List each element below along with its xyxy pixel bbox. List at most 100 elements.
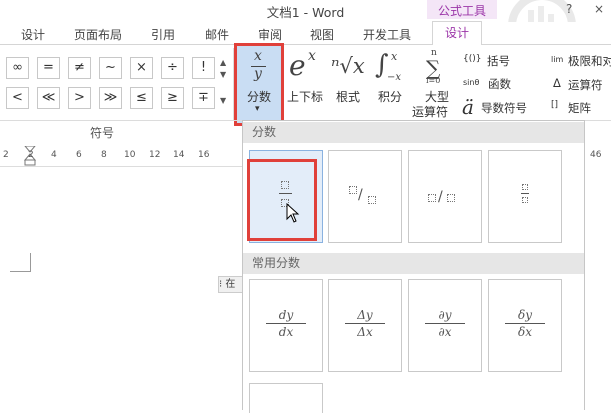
fraction-numerator: δy [517, 308, 532, 322]
equation-options-handle[interactable]: ⁝ 在 [218, 276, 245, 293]
large-operator-label-2[interactable]: 运算符 [412, 103, 448, 120]
fraction-numerator: dy [278, 308, 294, 322]
bracket-icon[interactable]: {()} [463, 54, 481, 64]
integral-sub-glyph: −x [387, 72, 402, 83]
symbol-tilde[interactable]: ~ [99, 57, 122, 79]
symbol-minus-plus[interactable]: ∓ [192, 87, 215, 109]
tab-developer[interactable]: 开发工具 [363, 26, 411, 43]
limit-label[interactable]: 极限和对 [568, 53, 611, 69]
tab-view[interactable]: 视图 [310, 26, 334, 43]
fraction-denominator: Δx [345, 323, 385, 340]
document-canvas[interactable] [0, 167, 243, 409]
slash-icon: / [438, 189, 443, 205]
denominator-placeholder-icon [368, 196, 376, 204]
numerator-placeholder-icon [428, 194, 436, 202]
symbol-times[interactable]: × [130, 57, 153, 79]
tab-mailings[interactable]: 邮件 [205, 26, 229, 43]
integral-label[interactable]: 积分 [378, 88, 402, 105]
bracket-label[interactable]: 括号 [487, 53, 510, 69]
function-label[interactable]: 函数 [488, 76, 511, 92]
operator-icon[interactable]: Δ [553, 76, 561, 90]
ribbon-tab-bar: 设计 页面布局 引用 邮件 审阅 视图 开发工具 设计 [0, 21, 611, 46]
radical-label[interactable]: 根式 [336, 88, 360, 105]
fraction-numerator: Δy [357, 308, 373, 322]
symbol-greater-than[interactable]: > [68, 87, 91, 109]
integral-sup-glyph: x [391, 50, 398, 63]
fraction-expression: Δy Δx [345, 307, 385, 340]
fraction-gallery: 分数 / / 常用分数 dy dx Δy Δx ∂y ∂x δy δx [242, 120, 585, 413]
symbol-much-less[interactable]: ≪ [37, 87, 60, 109]
contextual-tab-group-label: 公式工具 [437, 4, 486, 18]
function-icon[interactable]: sinθ [463, 78, 479, 87]
matrix-label[interactable]: 矩阵 [568, 100, 591, 116]
ruler-number: 46 [590, 150, 602, 160]
symbols-more-icon[interactable]: ▼ [220, 96, 226, 105]
matrix-icon[interactable]: [] [551, 100, 558, 110]
stacked-fraction-highlight [247, 159, 317, 241]
symbol-equals[interactable]: = [37, 57, 60, 79]
accent-label[interactable]: 导数符号 [481, 100, 527, 116]
fraction-expression: dy dx [266, 307, 306, 340]
symbol-less-equal[interactable]: ≤ [130, 87, 153, 109]
denominator-placeholder-icon [447, 194, 455, 202]
symbol-greater-equal[interactable]: ≥ [161, 87, 184, 109]
denominator-placeholder-icon [522, 197, 528, 203]
ruler-number: 14 [173, 150, 185, 160]
symbol-factorial[interactable]: ! [192, 57, 215, 79]
linear-fraction-option[interactable]: / [408, 150, 482, 243]
fraction-denominator: dx [266, 323, 306, 340]
slash-icon: / [358, 187, 363, 203]
script-label[interactable]: 上下标 [287, 88, 323, 105]
symbol-less-than[interactable]: < [6, 87, 29, 109]
symbol-infinity[interactable]: ∞ [6, 57, 29, 79]
ruler-number: 6 [76, 150, 82, 160]
numerator-placeholder-icon [522, 184, 528, 190]
common-fraction-delta-y-delta-x[interactable]: Δy Δx [328, 279, 402, 372]
script-icon[interactable]: e [289, 49, 306, 82]
operator-label[interactable]: 运算符 [568, 77, 603, 93]
tab-review[interactable]: 审阅 [258, 26, 282, 43]
tab-references[interactable]: 引用 [151, 26, 175, 43]
ruler-number: 2 [28, 150, 34, 160]
small-fraction-option[interactable] [488, 150, 562, 243]
script-sup-glyph: x [308, 48, 316, 64]
limit-icon[interactable]: lim [551, 55, 563, 64]
symbols-group-label: 符号 [90, 126, 115, 140]
fraction-expression: δy δx [505, 307, 545, 340]
page-corner-mark [30, 253, 31, 272]
fraction-bar-icon [521, 193, 529, 194]
section-header-fraction: 分数 [243, 122, 584, 143]
numerator-placeholder-icon [349, 186, 357, 194]
fraction-denominator: δx [505, 323, 545, 340]
common-fraction-small-delta[interactable]: δy δx [488, 279, 562, 372]
fraction-denominator: ∂x [425, 323, 465, 340]
ruler-number: 10 [124, 150, 136, 160]
large-operator-sub-glyph: i=0 [426, 76, 441, 85]
ruler-number: 2 [3, 150, 9, 160]
symbols-scroll-up-icon[interactable]: ▲ [220, 58, 226, 67]
tab-design[interactable]: 设计 [21, 26, 45, 43]
title-bar: 文档1 - Word 公式工具 ? × [0, 0, 611, 60]
section-header-common-fractions: 常用分数 [243, 253, 584, 274]
fraction-button-highlight [234, 43, 284, 126]
page-corner-mark [10, 271, 31, 272]
tab-page-layout[interactable]: 页面布局 [74, 26, 122, 43]
accent-icon[interactable]: ä [462, 95, 474, 119]
minimize-button[interactable]: ? [566, 2, 572, 16]
common-fraction-dy-dx[interactable]: dy dx [249, 279, 323, 372]
symbols-scroll-down-icon[interactable]: ▼ [220, 70, 226, 79]
close-button[interactable]: × [594, 2, 604, 16]
ruler-number: 8 [101, 150, 107, 160]
radical-icon[interactable]: ⁿ√x [331, 54, 365, 78]
symbol-not-equal[interactable]: ≠ [68, 57, 91, 79]
symbol-much-greater[interactable]: ≫ [99, 87, 122, 109]
fraction-expression: ∂y ∂x [425, 307, 465, 340]
tab-equation-design[interactable]: 设计 [432, 21, 483, 46]
common-fraction-partial-y-partial-x[interactable]: ∂y ∂x [408, 279, 482, 372]
skewed-fraction-option[interactable]: / [328, 150, 402, 243]
ruler-number: 4 [51, 150, 57, 160]
ruler-number: 16 [198, 150, 210, 160]
symbol-divide[interactable]: ÷ [161, 57, 184, 79]
fraction-numerator: ∂y [438, 308, 452, 322]
ruler-number: 12 [149, 150, 161, 160]
